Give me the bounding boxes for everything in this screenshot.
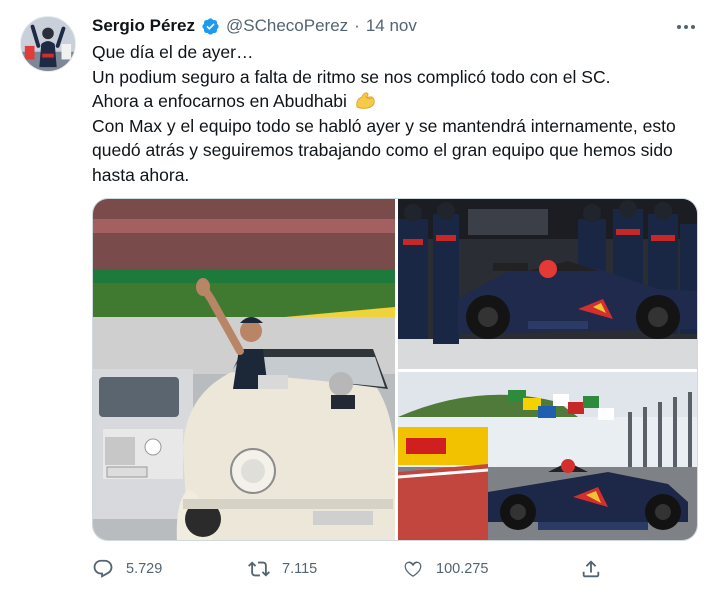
media-grid bbox=[92, 198, 698, 541]
retweet-icon bbox=[248, 558, 270, 580]
avatar[interactable] bbox=[20, 16, 76, 72]
verified-badge-icon bbox=[201, 17, 220, 36]
pit-stop-photo[interactable] bbox=[398, 199, 697, 369]
display-name[interactable]: Sergio Pérez bbox=[92, 16, 195, 36]
like-button[interactable]: 100.275 bbox=[402, 556, 488, 582]
retweet-button[interactable]: 7.115 bbox=[248, 556, 317, 582]
more-dot-icon bbox=[691, 25, 695, 29]
race-track-photo[interactable] bbox=[398, 372, 697, 540]
separator-dot: · bbox=[354, 16, 360, 35]
more-dot-icon bbox=[684, 25, 688, 29]
reply-icon bbox=[92, 558, 114, 580]
heart-icon bbox=[402, 558, 424, 580]
tweet-line: Un podium seguro a falta de ritmo se nos… bbox=[92, 66, 611, 87]
tweet-actions: 5.729 7.115 100.275 bbox=[92, 556, 612, 582]
tweet-line: Con Max y el equipo todo se habló ayer y… bbox=[92, 115, 676, 136]
more-options-button[interactable] bbox=[674, 18, 698, 36]
share-icon bbox=[580, 558, 602, 580]
tweet-line: Que día el de ayer… bbox=[92, 42, 254, 62]
share-button[interactable] bbox=[580, 556, 602, 582]
reply-button[interactable]: 5.729 bbox=[92, 556, 162, 582]
like-count: 100.275 bbox=[436, 561, 489, 577]
tweet-date[interactable]: 14 nov bbox=[366, 16, 417, 36]
driver-parade-photo[interactable] bbox=[93, 199, 395, 540]
tweet-line-with-emoji: Ahora a enfocarnos en Abudhabi bbox=[92, 89, 692, 114]
flexed-biceps-emoji-icon bbox=[354, 90, 376, 110]
user-handle[interactable]: @SChecoPerez bbox=[226, 16, 348, 36]
reply-count: 5.729 bbox=[126, 561, 163, 577]
tweet-header: Sergio Pérez @SChecoPerez · 14 nov bbox=[92, 14, 417, 38]
more-dot-icon bbox=[677, 25, 681, 29]
retweet-count: 7.115 bbox=[282, 561, 318, 577]
tweet-text: Que día el de ayer… Un podium seguro a f… bbox=[92, 40, 692, 188]
tweet-line: hasta ahora. bbox=[92, 164, 190, 185]
tweet-line: Ahora a enfocarnos en Abudhabi bbox=[92, 91, 347, 112]
tweet-card[interactable]: Sergio Pérez @SChecoPerez · 14 nov Que d… bbox=[0, 0, 718, 594]
tweet-line: quedó atrás y seguiremos trabajando como… bbox=[92, 140, 673, 161]
